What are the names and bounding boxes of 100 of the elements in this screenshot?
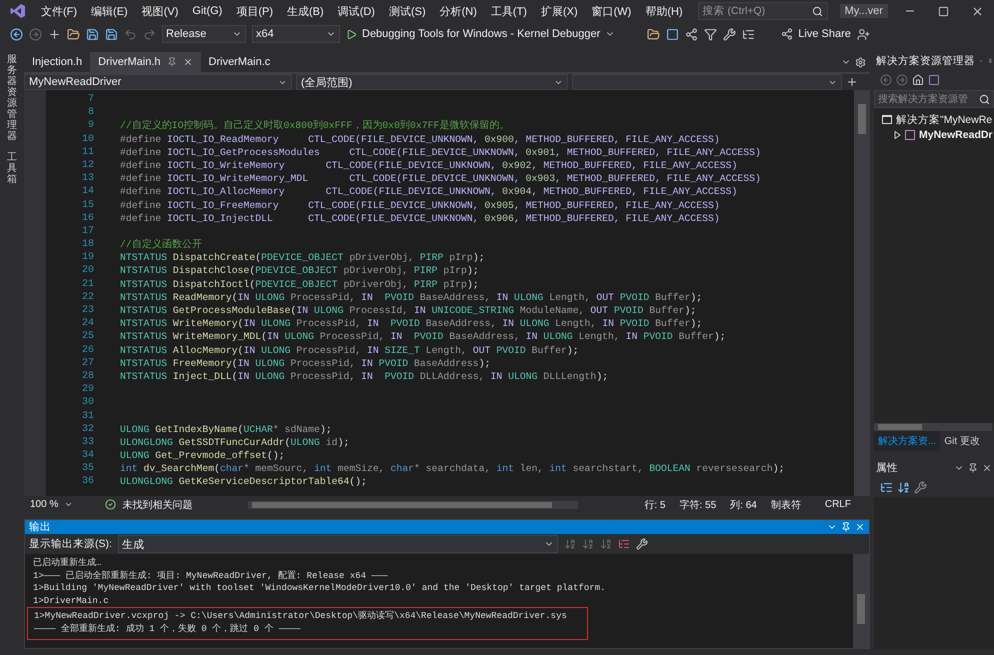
close-icon[interactable] [982,463,992,473]
document-tab[interactable]: DriverMain.h [90,52,201,72]
split-icon[interactable] [846,76,858,88]
scrollbar[interactable] [874,423,992,431]
scrollbar[interactable] [854,90,870,496]
menu-item[interactable]: 生成(B) [280,4,331,18]
check-icon [105,499,116,510]
redo-icon[interactable] [143,28,156,40]
list-icon[interactable] [742,28,756,40]
source-label: 显示输出来源(S): [29,537,112,551]
folder-icon[interactable] [67,28,80,40]
live-share-button[interactable]: Live Share [781,28,851,40]
sort-icon[interactable] [897,480,910,494]
issues-status[interactable]: 未找到相关问题 [122,498,192,512]
undo-icon[interactable] [124,28,137,40]
app-logo-icon [10,3,26,19]
code-line: NTSTATUS DispatchClose(PDEVICE_OBJECT pDriverObj, PIRP pIrp); [120,265,479,276]
settings-icon[interactable] [855,56,866,68]
menu-item[interactable]: 调试(D) [330,4,382,18]
share-icon[interactable] [781,28,794,40]
menu-item[interactable]: 测试(S) [382,4,433,18]
line-number: 11 [80,146,94,159]
filter-icon[interactable] [704,28,718,40]
menu-item[interactable]: 扩展(X) [534,4,585,18]
search-icon[interactable] [812,6,823,16]
expand-arrow-icon[interactable] [894,130,901,138]
menu-item[interactable]: 帮助(H) [638,4,690,18]
code-line: NTSTATUS ReadMemory(IN ULONG ProcessPid, IN PVOID BaseAddress, IN ULONG Length, OUT PVOID Buffer); [120,292,702,303]
line-number: 12 [80,158,94,172]
line-status: 行: 5 [644,498,666,512]
document-tab[interactable]: DriverMain.c [200,52,278,72]
line-number: 25 [80,330,94,344]
code-line: //自定义的IO控制码。自己定义时取0x800到0xFFF，因为0x0到0x7FF是微软保留的。 [120,120,510,132]
document-tab[interactable]: Injection.h [24,52,90,72]
menu-item[interactable]: 工具(T) [484,4,534,18]
pin-icon[interactable] [166,57,177,67]
search-icon[interactable] [979,94,990,104]
line-number: 17 [80,224,94,238]
platform-dropdown[interactable]: x64 [252,25,340,43]
scope-dropdown[interactable]: (全局范围) [296,74,568,90]
line-number: 7 [86,93,94,106]
solution-icon[interactable] [928,74,940,86]
line-number: 21 [80,278,94,291]
save-all-icon[interactable] [105,28,118,40]
code-line: #define IOCTL_IO_WriteMemory_MDL CTL_CODE(FILE_DEVICE_UNKNOWN, 0x903, METHOD_BUFFERED, FILE_ANY_ACCESS) [120,173,761,184]
home-icon[interactable] [912,74,924,86]
line-number: 32 [80,422,94,436]
code-line: ULONGLONG GetSSDTFuncCurAddr(ULONG id); [120,436,350,448]
project-icon [905,130,915,140]
scrollbar[interactable] [248,500,578,508]
new-item-icon[interactable] [48,28,61,40]
menu-item[interactable]: 文件(F) [34,4,84,18]
save-icon[interactable] [86,28,99,40]
line-number: 26 [80,344,94,357]
line-number: 35 [80,462,94,476]
maximize-icon[interactable] [938,6,949,16]
menu-item[interactable]: 项目(P) [229,4,280,18]
branch-icon[interactable] [685,28,698,40]
side-tab[interactable]: 服务器资源管理器 [7,54,17,142]
window-icon[interactable] [666,28,680,40]
pin-icon[interactable] [841,522,851,532]
code-line: #define IOCTL_IO_WriteMemory CTL_CODE(FILE_DEVICE_UNKNOWN, 0x902, METHOD_BUFFERED, FILE_ANY_ACCESS) [120,160,738,171]
line-number: 34 [80,449,94,462]
source-dropdown[interactable]: 生成 [118,535,558,553]
menu-item[interactable]: Git(G) [185,5,230,17]
line-number: 14 [80,185,94,198]
line-number: 30 [80,396,94,410]
close-icon[interactable] [971,4,984,18]
menu-item[interactable]: 分析(N) [432,4,484,18]
search-field[interactable]: 搜索解决方案资源管 [874,90,994,108]
side-tab[interactable]: 工具箱 [7,152,17,185]
zoom-level[interactable]: 100 % [30,499,58,510]
categorized-icon[interactable] [880,480,893,494]
project-dropdown[interactable]: MyNewReadDriver [24,74,292,90]
close-icon[interactable] [855,522,865,532]
person-icon[interactable] [856,28,870,40]
caret-icon[interactable] [64,500,74,509]
configuration-dropdown[interactable]: Release [162,25,246,43]
forward-icon[interactable] [29,28,42,40]
scrollbar[interactable] [853,554,869,648]
play-icon[interactable] [346,28,357,40]
start-debugging-button[interactable]: Debugging Tools for Windows - Kernel Debugger [346,28,616,40]
panel-tab[interactable]: 解决方案资... [874,431,940,451]
pin-icon[interactable] [968,463,978,473]
tree-item-label[interactable]: 解决方案"MyNewRe [896,112,992,126]
menu-item[interactable]: 窗口(W) [584,4,638,18]
code-line: NTSTATUS DispatchCreate(PDEVICE_OBJECT pDriverObj, PIRP pIrp); [120,252,485,264]
back-icon[interactable] [10,28,23,40]
code-line: #define IOCTL_IO_AllocMemory CTL_CODE(FILE_DEVICE_UNKNOWN, 0x904, METHOD_BUFFERED, FILE_ANY_ACCESS) [120,186,738,198]
output-line: 1>MyNewReadDriver.vcxproj -> C:\Users\Administrator\Desktop\驱动读写\x64\Release\MyNewReadDriver.sys [34,610,567,622]
output-line: 1>Building 'MyNewReadDriver' with toolset 'WindowsKernelModeDriver10.0' and the 'Desktop' target platform. [33,582,606,594]
wrench-icon[interactable] [723,28,736,40]
menu-item[interactable]: 视图(V) [134,4,186,18]
tree-item-label[interactable]: MyNewReadDr [919,128,993,140]
menu-item[interactable]: 编辑(E) [84,4,135,18]
wrench-icon[interactable] [914,480,927,494]
code-line: ULONG Get_Prevmode_offset(); [120,450,285,462]
search-field[interactable]: 搜索 (Ctrl+Q) [698,2,828,20]
close-icon[interactable] [182,57,193,67]
forward-icon[interactable] [896,74,908,86]
